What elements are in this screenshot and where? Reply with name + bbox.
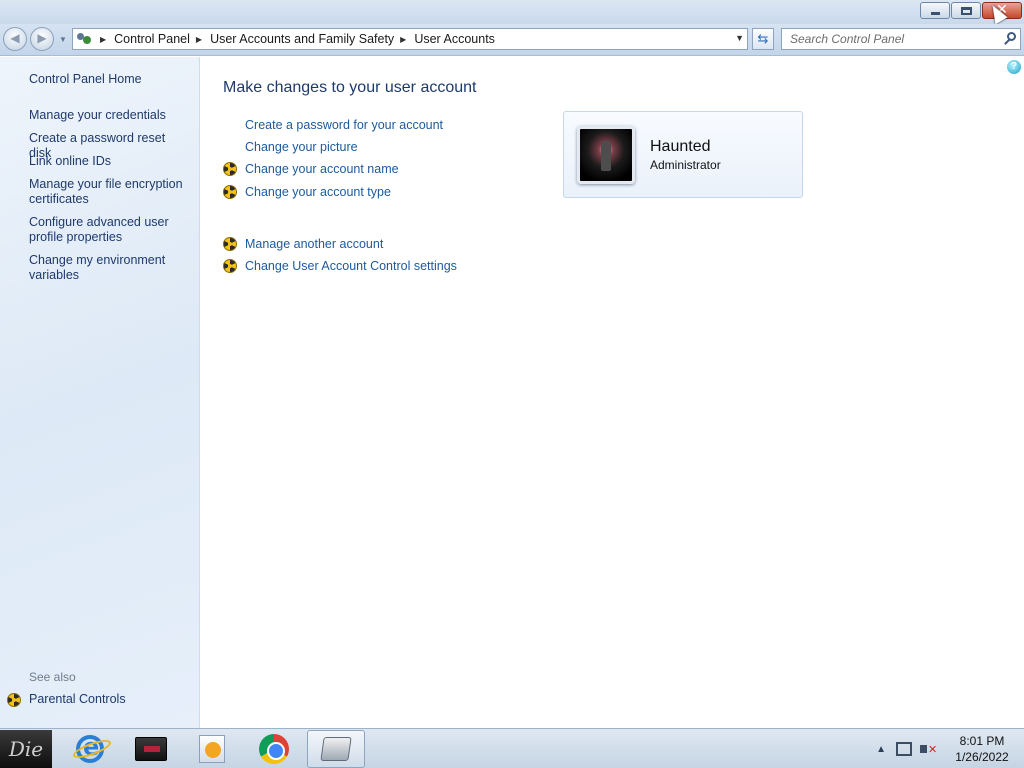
- taskbar-media-player[interactable]: [183, 730, 241, 768]
- task-create-password: Create a password for your account: [223, 118, 443, 132]
- chevron-right-icon[interactable]: ▶: [400, 35, 406, 44]
- parental-controls-link[interactable]: Parental Controls: [29, 692, 189, 707]
- chrome-icon: [259, 734, 289, 764]
- main-content: ? Make changes to your user account Crea…: [201, 57, 1024, 728]
- sidebar-item-link-online-ids[interactable]: Link online IDs: [29, 154, 189, 169]
- address-bar[interactable]: ▶ Control Panel ▶ User Accounts and Fami…: [72, 28, 748, 50]
- user-account-type: Administrator: [650, 158, 721, 172]
- start-button[interactable]: Die: [0, 730, 52, 768]
- sidebar-item-file-encryption[interactable]: Manage your file encryption certificates: [29, 177, 189, 207]
- task-change-account-type: Change your account type: [223, 185, 391, 199]
- forward-button[interactable]: ▶: [30, 27, 54, 51]
- address-dropdown-icon[interactable]: ▼: [735, 33, 744, 43]
- taskbar-internet-explorer[interactable]: [61, 730, 119, 768]
- system-tray: ▲ ✕ 8:01 PM 1/26/2022: [876, 729, 1024, 768]
- recent-pages-dropdown-icon[interactable]: ▼: [59, 35, 67, 44]
- clock[interactable]: 8:01 PM 1/26/2022: [950, 733, 1014, 765]
- change-picture-link[interactable]: Change your picture: [245, 140, 358, 154]
- refresh-icon: ⇆: [757, 31, 769, 46]
- taskbar-windows-explorer[interactable]: [122, 730, 180, 768]
- uac-shield-icon: [223, 185, 237, 199]
- sidebar: Control Panel Home Manage your credentia…: [0, 57, 200, 728]
- refresh-button[interactable]: ⇆: [752, 28, 774, 50]
- forward-arrow-icon: ▶: [37, 31, 47, 45]
- user-accounts-icon: [76, 31, 94, 47]
- folder-icon: [135, 737, 167, 761]
- breadcrumb-user-accounts[interactable]: User Accounts: [414, 32, 495, 46]
- volume-muted-icon[interactable]: ✕: [920, 742, 937, 756]
- page-title: Make changes to your user account: [223, 79, 477, 96]
- uac-shield-icon: [223, 162, 237, 176]
- restore-icon: [961, 7, 972, 15]
- internet-explorer-icon: [76, 733, 104, 763]
- restore-button[interactable]: [951, 2, 981, 19]
- sidebar-item-manage-credentials[interactable]: Manage your credentials: [29, 108, 189, 123]
- taskbar-google-chrome[interactable]: [245, 730, 303, 768]
- chevron-right-icon[interactable]: ▶: [100, 35, 106, 44]
- sidebar-item-advanced-profile[interactable]: Configure advanced user profile properti…: [29, 215, 189, 245]
- user-name: Haunted: [650, 138, 711, 155]
- uac-shield-icon: [7, 692, 21, 707]
- help-icon[interactable]: ?: [1007, 60, 1021, 74]
- uac-settings-link[interactable]: Change User Account Control settings: [245, 259, 457, 273]
- avatar[interactable]: [577, 126, 635, 184]
- clock-date: 1/26/2022: [955, 750, 1009, 764]
- breadcrumb-user-accounts-family-safety[interactable]: User Accounts and Family Safety: [210, 32, 394, 46]
- back-button[interactable]: ◀: [3, 27, 27, 51]
- create-password-link[interactable]: Create a password for your account: [245, 118, 443, 132]
- network-icon[interactable]: [896, 742, 912, 756]
- sidebar-control-panel-home[interactable]: Control Panel Home: [29, 72, 189, 87]
- clock-time: 8:01 PM: [959, 734, 1005, 748]
- breadcrumb-control-panel[interactable]: Control Panel: [114, 32, 190, 46]
- task-change-account-name: Change your account name: [223, 162, 399, 176]
- media-player-icon: [199, 735, 225, 763]
- user-tile: Haunted Administrator: [563, 111, 803, 198]
- taskbar-control-panel[interactable]: [307, 730, 365, 768]
- chevron-right-icon[interactable]: ▶: [196, 35, 202, 44]
- minimize-icon: [931, 12, 940, 15]
- search-input[interactable]: [782, 29, 992, 49]
- show-hidden-icons-icon[interactable]: ▲: [876, 744, 886, 755]
- title-bar: ✕: [0, 0, 1024, 25]
- task-manage-another-account: Manage another account: [223, 237, 383, 251]
- see-also-parental-controls: Parental Controls: [7, 692, 189, 707]
- control-panel-icon: [320, 737, 352, 761]
- change-account-name-link[interactable]: Change your account name: [245, 162, 399, 176]
- change-account-type-link[interactable]: Change your account type: [245, 185, 391, 199]
- task-change-picture: Change your picture: [223, 140, 358, 154]
- minimize-button[interactable]: [920, 2, 950, 19]
- search-icon[interactable]: [1004, 32, 1016, 46]
- search-box: [781, 28, 1021, 50]
- taskbar: Die ▲ ✕ 8:01 PM 1/26/2022: [0, 728, 1024, 768]
- see-also-heading: See also: [29, 670, 76, 684]
- task-uac-settings: Change User Account Control settings: [223, 259, 457, 273]
- uac-shield-icon: [223, 237, 237, 251]
- back-arrow-icon: ◀: [10, 31, 20, 45]
- uac-shield-icon: [223, 259, 237, 273]
- sidebar-item-environment-variables[interactable]: Change my environment variables: [29, 253, 189, 283]
- manage-another-account-link[interactable]: Manage another account: [245, 237, 383, 251]
- navigation-bar: ◀ ▶ ▼ ▶ Control Panel ▶ User Accounts an…: [0, 24, 1024, 56]
